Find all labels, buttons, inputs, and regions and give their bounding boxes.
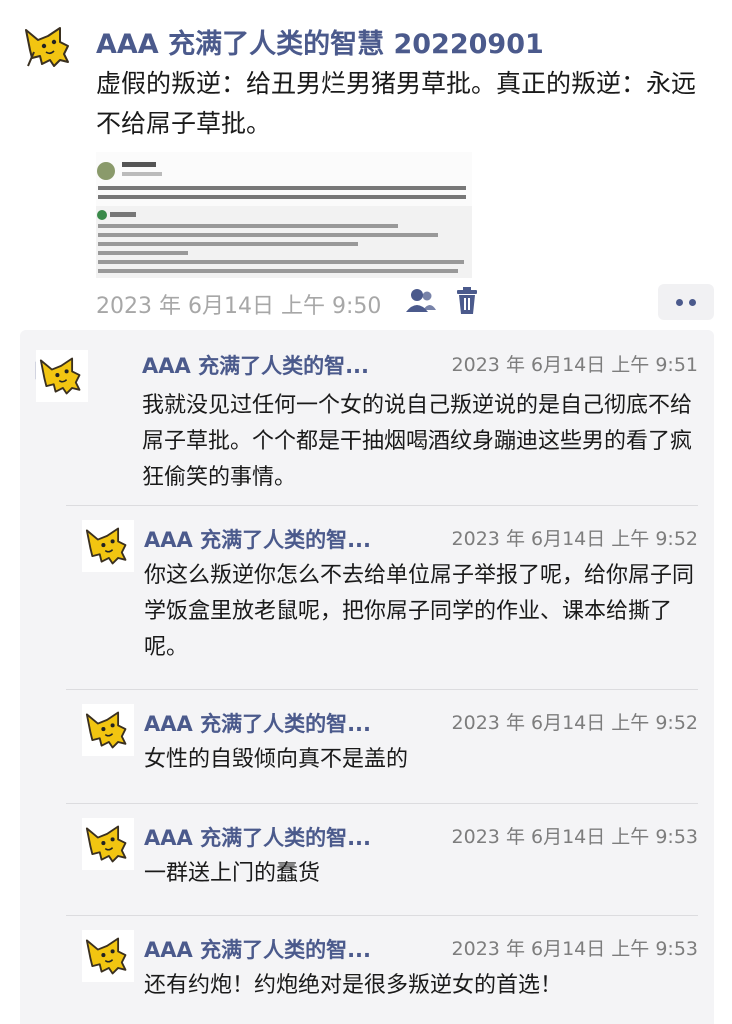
cat-avatar-icon xyxy=(39,357,81,395)
moment-post: AAA 充满了人类的智慧 20220901 虚假的叛逆：给丑男烂男猪男草批。真正… xyxy=(0,0,732,330)
people-icon[interactable] xyxy=(404,286,438,316)
comment-text: 女性的自毁倾向真不是盖的 xyxy=(144,747,409,772)
comment-time: 2023 年 6月14日 上午 9:52 xyxy=(451,712,698,734)
comment-author[interactable]: AAA 充满了人类的智... xyxy=(144,524,371,554)
comment-text: 我就没见过任何一个女的说自己叛逆说的是自己彻底不给屌子草批。个个都是干抽烟喝酒纹… xyxy=(142,393,693,490)
comment-item[interactable]: AAA 充满了人类的智... 2023 年 6月14日 上午 9:52 女性的自… xyxy=(66,690,714,804)
cat-avatar-icon xyxy=(25,27,69,67)
comment-item[interactable]: AAA 充满了人类的智... 2023 年 6月14日 上午 9:52 你这么叛… xyxy=(66,506,714,690)
post-actions xyxy=(404,286,484,316)
comment-time: 2023 年 6月14日 上午 9:53 xyxy=(451,826,698,848)
comment-item[interactable]: AAA 充满了人类的智... 2023 年 6月14日 上午 9:53 还有约炮… xyxy=(66,916,714,1024)
post-title[interactable]: AAA 充满了人类的智慧 20220901 xyxy=(96,22,544,61)
comment-time: 2023 年 6月14日 上午 9:51 xyxy=(451,354,698,376)
comment-item[interactable]: AAA 充满了人类的智... 2023 年 6月14日 上午 9:53 一群送上… xyxy=(66,804,714,916)
comment-author[interactable]: AAA 充满了人类的智... xyxy=(144,934,371,964)
avatar[interactable] xyxy=(82,818,134,870)
comment-time: 2023 年 6月14日 上午 9:53 xyxy=(451,938,698,960)
more-dots-icon[interactable] xyxy=(658,284,714,320)
comment-text: 还有约炮！约炮绝对是很多叛逆女的首选！ xyxy=(144,973,563,998)
trash-icon[interactable] xyxy=(450,286,484,316)
cat-avatar-icon xyxy=(85,825,127,863)
cat-avatar-icon xyxy=(85,711,127,749)
comment-author[interactable]: AAA 充满了人类的智... xyxy=(144,708,371,738)
comment-author[interactable]: AAA 充满了人类的智... xyxy=(142,350,369,380)
comment-text: 一群送上门的蠢货 xyxy=(144,861,321,886)
avatar[interactable] xyxy=(20,18,78,76)
cat-avatar-icon xyxy=(85,937,127,975)
comment-text: 你这么叛逆你怎么不去给单位屌子举报了呢，给你屌子同学饭盒里放老鼠呢，把你屌子同学… xyxy=(144,563,695,660)
post-screenshot-image[interactable] xyxy=(96,152,472,278)
comment-item[interactable]: AAA 充满了人类的智... 2023 年 6月14日 上午 9:51 我就没见… xyxy=(36,330,714,506)
avatar[interactable] xyxy=(82,704,134,756)
comments-panel: AAA 充满了人类的智... 2023 年 6月14日 上午 9:51 我就没见… xyxy=(20,330,714,1024)
comment-time: 2023 年 6月14日 上午 9:52 xyxy=(451,528,698,550)
post-timestamp: 2023 年 6月14日 上午 9:50 xyxy=(96,294,382,319)
dot xyxy=(689,298,696,306)
post-text: 虚假的叛逆：给丑男烂男猪男草批。真正的叛逆：永远不给屌子草批。 xyxy=(96,69,697,138)
cat-avatar-icon xyxy=(85,527,127,565)
screenshot-thumbnail xyxy=(96,152,472,278)
dot xyxy=(676,298,683,306)
comment-author[interactable]: AAA 充满了人类的智... xyxy=(144,822,371,852)
avatar[interactable] xyxy=(82,930,134,982)
avatar[interactable] xyxy=(82,520,134,572)
avatar[interactable] xyxy=(36,350,88,402)
